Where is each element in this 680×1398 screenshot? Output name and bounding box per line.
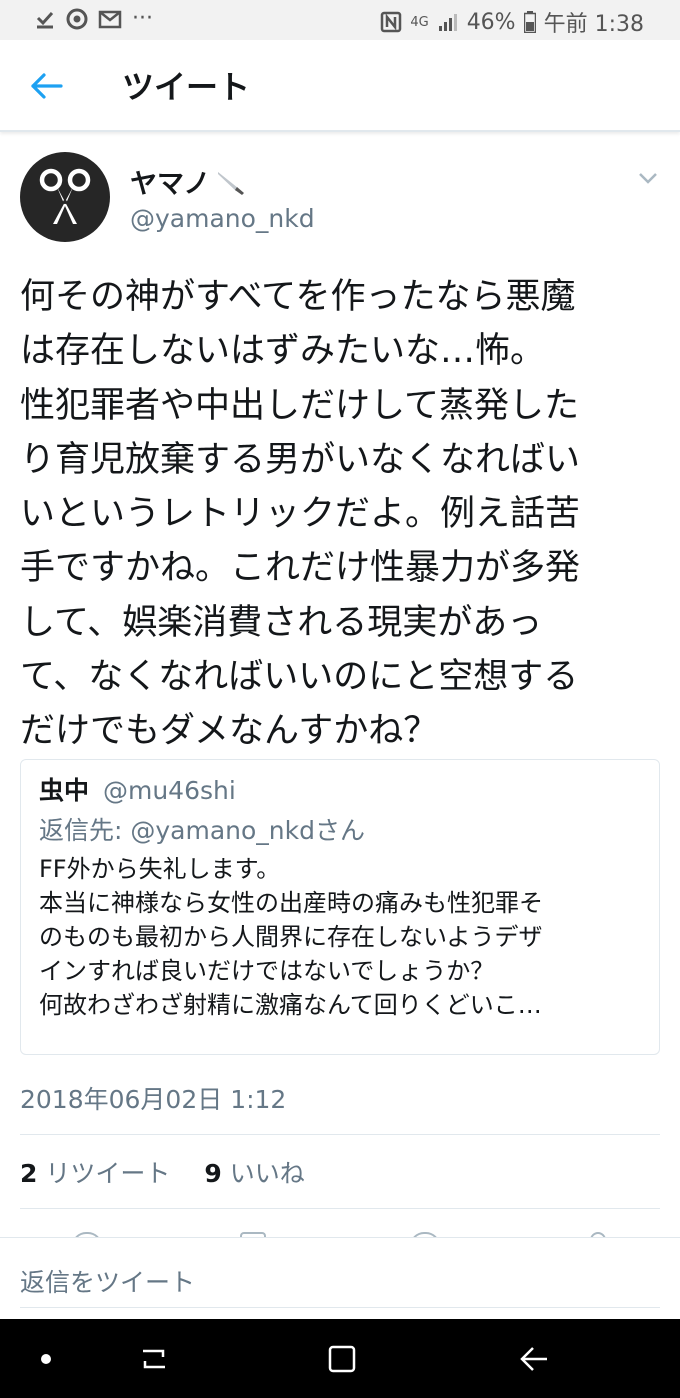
home-square-icon	[328, 1345, 356, 1372]
author-handle[interactable]: @yamano_nkd	[130, 204, 315, 233]
home-button[interactable]	[302, 1319, 382, 1398]
quoted-author-name: 虫中	[39, 776, 90, 805]
network-type: 4G	[410, 14, 429, 30]
tweet-stats: 2 リツイート 9 いいね	[20, 1154, 305, 1190]
back-arrow-icon	[31, 73, 63, 99]
recent-apps-button[interactable]	[114, 1319, 194, 1398]
clock: 午前 1:38	[543, 12, 644, 37]
nav-dot-button[interactable]	[6, 1319, 86, 1398]
tweet-timestamp: 2018年06月02日 1:12	[20, 1085, 287, 1114]
system-back-button[interactable]	[494, 1319, 574, 1398]
battery-percent: 46%	[466, 9, 516, 35]
gmail-icon	[98, 9, 122, 29]
tweet-menu-button[interactable]	[636, 168, 660, 188]
status-bar-left: ···	[34, 6, 153, 31]
retweets-stat[interactable]: 2 リツイート	[20, 1154, 170, 1190]
battery-icon	[523, 11, 536, 33]
retweet-count: 2	[20, 1159, 38, 1188]
app-header: ツイート	[0, 40, 680, 132]
retweet-label: リツイート	[45, 1159, 171, 1188]
page-title: ツイート	[122, 68, 251, 106]
back-button[interactable]	[24, 66, 70, 106]
dot-icon	[41, 1353, 51, 1364]
like-count: 9	[204, 1159, 222, 1188]
knife-emoji-icon	[218, 171, 245, 195]
author-name-text: ヤマノ	[130, 169, 211, 200]
likes-stat[interactable]: 9 いいね	[204, 1154, 304, 1190]
quoted-tweet-text: FF外から失礼します。 本当に神様なら女性の出産時の痛みも性犯罪そ のものも最初…	[39, 855, 543, 1019]
divider	[20, 1134, 660, 1135]
reply-bar	[0, 1237, 680, 1319]
download-check-icon	[34, 8, 56, 30]
quoted-tweet-header: 虫中 @mu46shi	[39, 774, 641, 808]
tweet-text: 何その神がすべてを作ったなら悪魔 は存在しないはずみたいな…怖。 性犯罪者や中出…	[20, 277, 581, 752]
quoted-author-handle: @mu46shi	[102, 776, 236, 805]
chevron-down-icon	[639, 173, 657, 184]
signal-icon	[437, 12, 459, 32]
status-bar: ··· 4G 46% 午前 1:38	[0, 0, 680, 40]
recent-apps-icon	[143, 1349, 165, 1368]
reply-input[interactable]	[20, 1258, 660, 1308]
system-nav-bar	[0, 1319, 680, 1398]
avatar[interactable]	[20, 152, 110, 242]
more-notifications-dots: ···	[132, 6, 153, 31]
quoted-reply-to: 返信先: @yamano_nkdさん	[39, 816, 365, 845]
divider	[20, 1208, 660, 1209]
chrome-icon	[66, 8, 88, 30]
author-name[interactable]: ヤマノ	[130, 162, 246, 201]
nfc-icon	[380, 11, 402, 33]
system-back-icon	[520, 1346, 547, 1371]
status-bar-right: 4G 46% 午前 1:38	[380, 6, 644, 38]
quoted-tweet[interactable]: 虫中 @mu46shi 返信先: @yamano_nkdさん FF外から失礼しま…	[20, 759, 660, 1055]
like-label: いいね	[229, 1159, 305, 1188]
scissors-icon	[39, 168, 91, 224]
